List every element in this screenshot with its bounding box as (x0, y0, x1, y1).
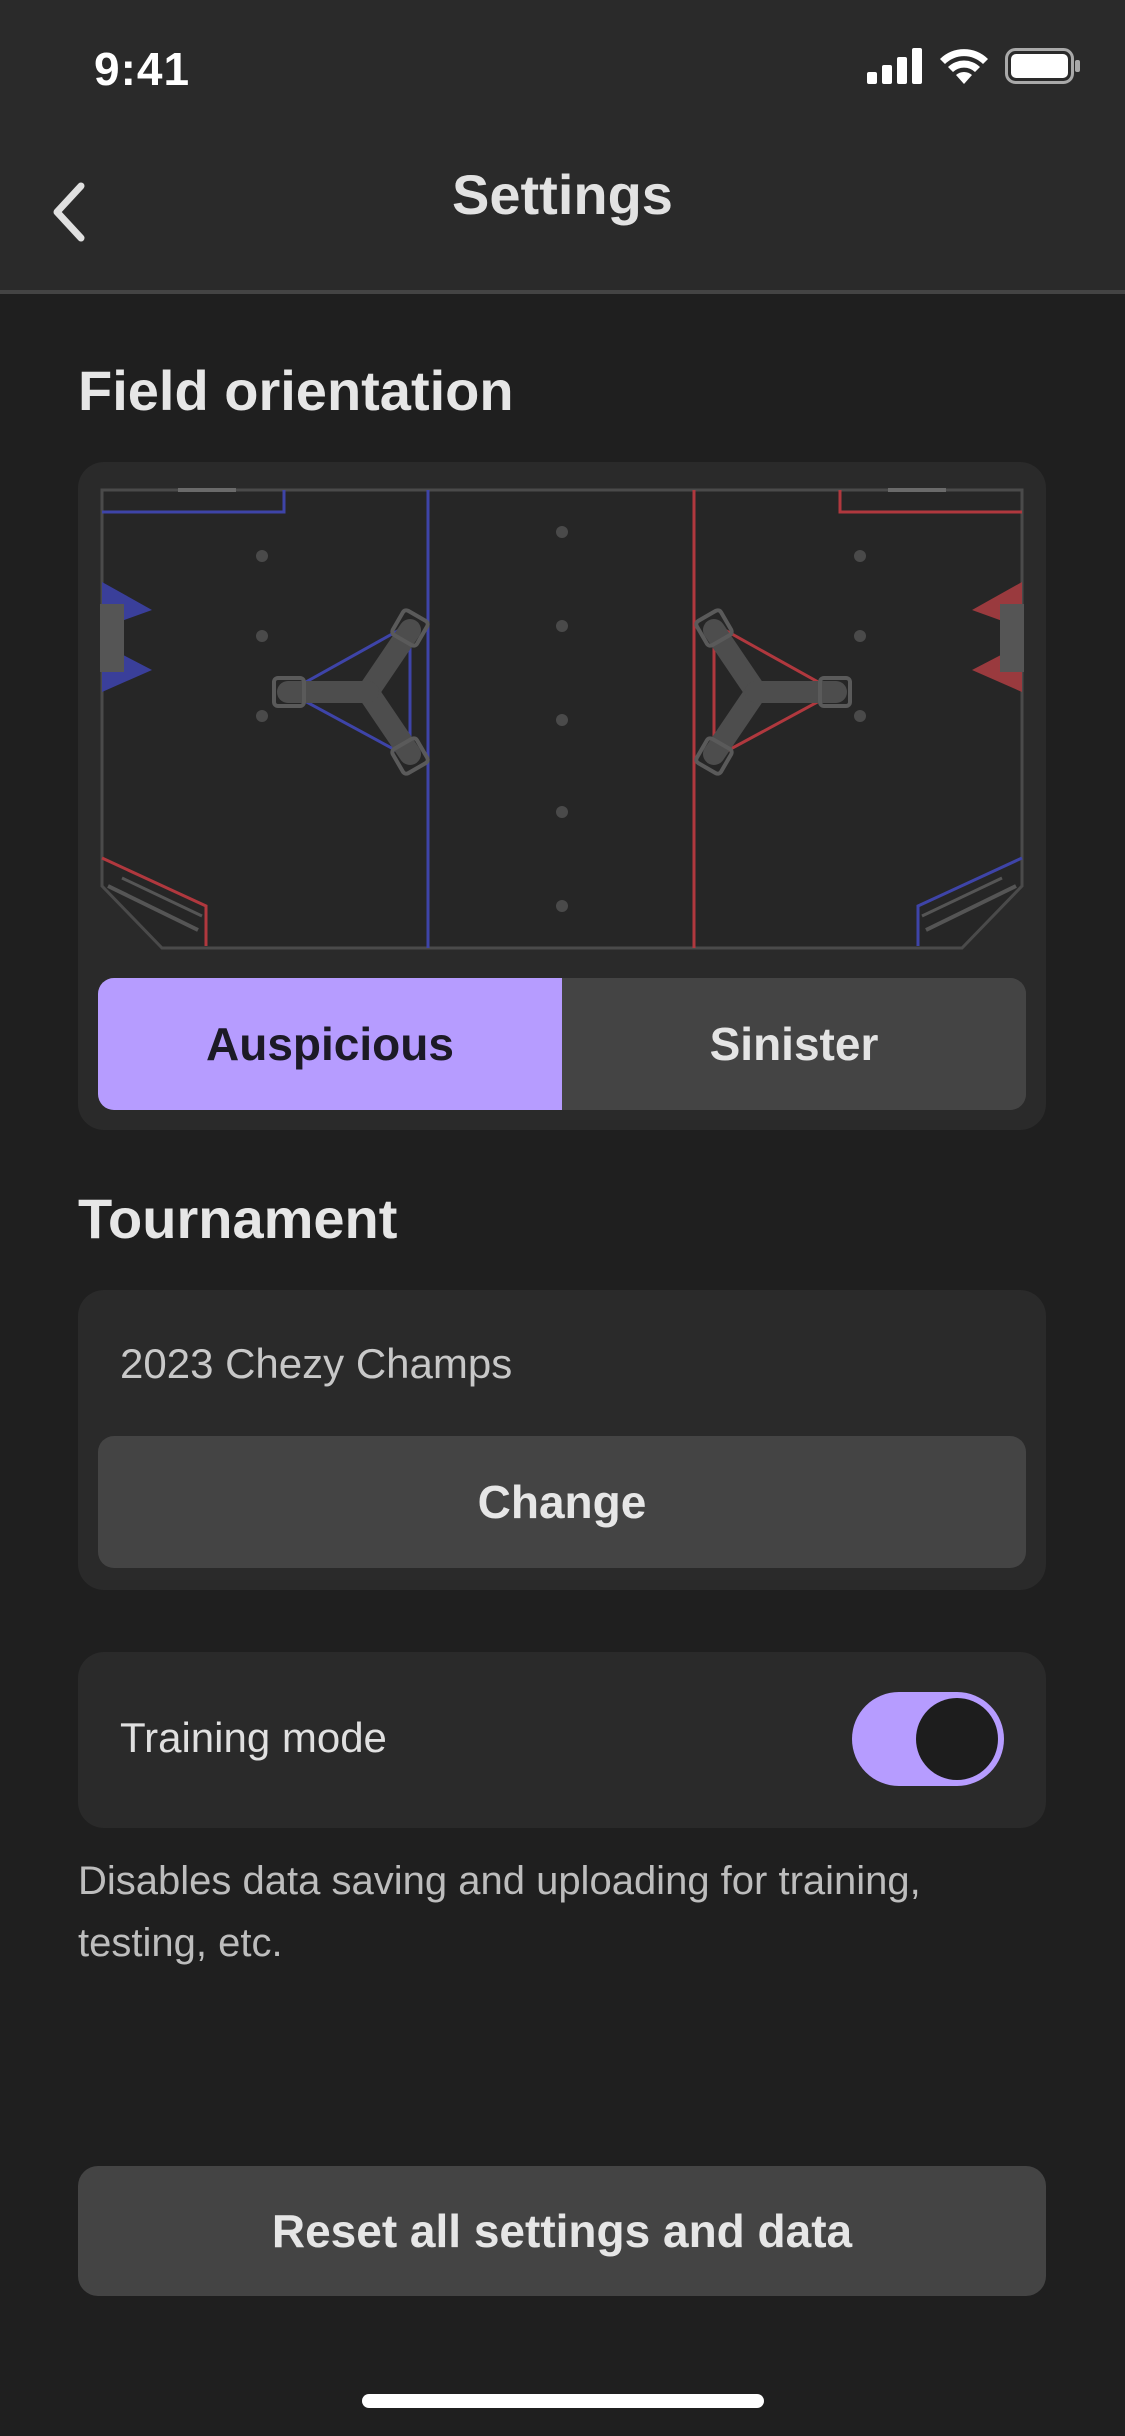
home-indicator (362, 2394, 764, 2408)
training-mode-label: Training mode (120, 1714, 387, 1761)
cellular-signal-icon (867, 48, 922, 84)
wifi-icon (940, 49, 988, 84)
reset-all-button[interactable]: Reset all settings and data (78, 2166, 1046, 2296)
navigation-bar: Settings (0, 140, 1125, 294)
toggle-knob (916, 1698, 998, 1780)
tournament-name: 2023 Chezy Champs (120, 1340, 513, 1387)
status-bar: 9:41 (0, 0, 1125, 140)
status-time: 9:41 (94, 43, 191, 95)
field-orientation-card: Auspicious Sinister (78, 462, 1046, 1130)
field-orientation-heading: Field orientation (78, 359, 514, 422)
training-mode-helper-text: Disables data saving and uploading for t… (78, 1859, 921, 1965)
orientation-option-auspicious[interactable]: Auspicious (98, 978, 562, 1110)
page-title: Settings (452, 163, 673, 226)
training-mode-toggle[interactable] (852, 1692, 1004, 1786)
tournament-heading: Tournament (78, 1187, 398, 1250)
field-map (100, 488, 1024, 950)
status-icons (867, 48, 1081, 84)
orientation-segmented-control: Auspicious Sinister (98, 978, 1026, 1110)
battery-icon (1005, 48, 1080, 84)
training-mode-card: Training mode (78, 1652, 1046, 1828)
orientation-option-sinister[interactable]: Sinister (562, 978, 1026, 1110)
tournament-card: 2023 Chezy Champs Change (78, 1290, 1046, 1590)
change-tournament-button[interactable]: Change (98, 1436, 1026, 1568)
